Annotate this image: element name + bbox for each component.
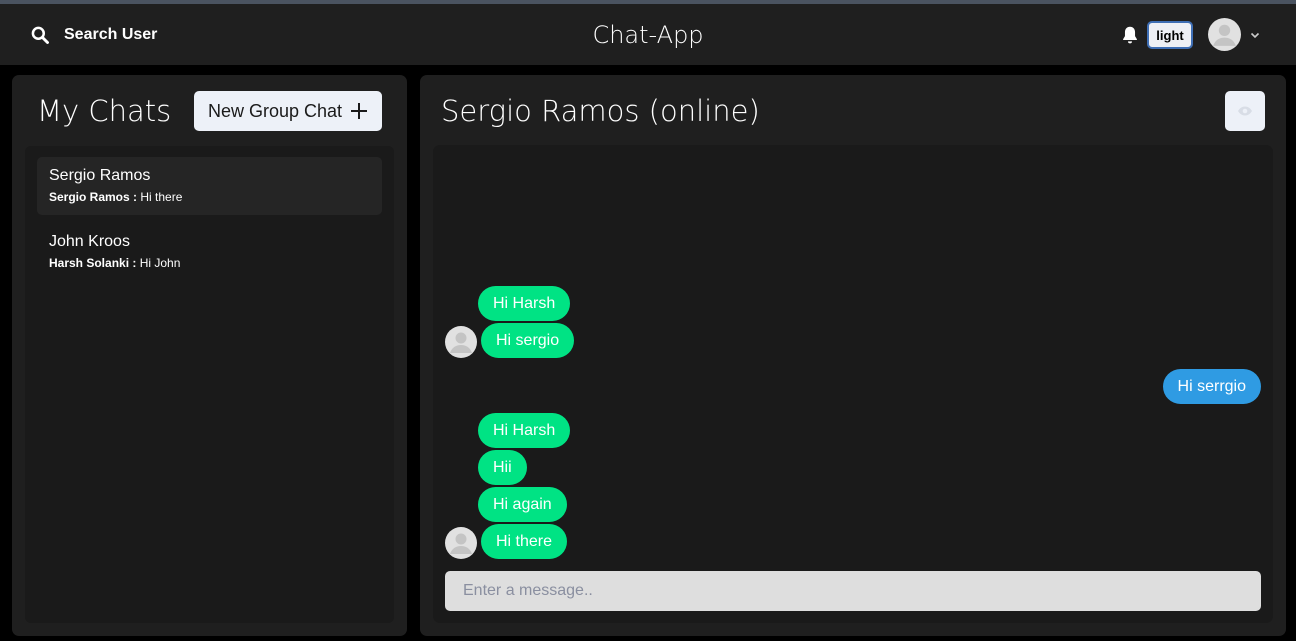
chat-list: Sergio Ramos Sergio Ramos : Hi there Joh… — [25, 146, 394, 623]
chevron-down-icon — [1250, 32, 1260, 38]
theme-toggle-button[interactable]: light — [1147, 21, 1193, 49]
app-title: Chat-App — [592, 21, 704, 49]
sender-avatar — [445, 527, 477, 559]
chat-preview-sender: Harsh Solanki : — [49, 256, 137, 270]
message-bubble-incoming: Hi Harsh — [478, 286, 571, 321]
chat-name: Sergio Ramos — [49, 167, 151, 184]
chat-list-item[interactable]: Sergio Ramos Sergio Ramos : Hi there — [37, 157, 382, 215]
conversation-title: Sergio Ramos (online) — [441, 94, 760, 128]
message-bubble-incoming: Hii — [478, 450, 527, 485]
top-bar: Search User Chat-App light — [0, 4, 1296, 65]
new-group-chat-label: New Group Chat — [207, 100, 343, 121]
user-avatar — [1208, 18, 1241, 51]
bell-icon[interactable] — [1119, 24, 1141, 46]
chat-name: John Kroos — [49, 233, 130, 250]
chat-preview: Harsh Solanki : Hi John — [49, 256, 370, 270]
chat-preview: Sergio Ramos : Hi there — [49, 190, 370, 204]
new-group-chat-button[interactable]: New Group Chat — [194, 91, 382, 131]
eye-icon — [1238, 106, 1252, 116]
sender-avatar — [445, 326, 477, 358]
chat-preview-message: Hi John — [139, 256, 181, 270]
chat-preview-sender: Sergio Ramos : — [49, 190, 138, 204]
chat-preview-message: Hi there — [140, 190, 183, 204]
message-bubble-outgoing: Hi serrgio — [1162, 369, 1261, 404]
message-bubble-incoming: Hi Harsh — [478, 413, 571, 448]
user-menu-button[interactable] — [1208, 18, 1261, 51]
message-bubble-incoming: Hi there — [481, 524, 568, 559]
conversation-panel: Sergio Ramos (online) Hi Harsh Hi sergio… — [420, 75, 1286, 636]
plus-icon — [351, 103, 368, 119]
my-chats-title: My Chats — [37, 94, 172, 128]
message-input[interactable] — [445, 571, 1261, 611]
message-bubble-incoming: Hi again — [478, 487, 567, 522]
view-profile-button[interactable] — [1225, 91, 1265, 131]
message-bubble-incoming: Hi sergio — [481, 323, 575, 358]
chat-list-item[interactable]: John Kroos Harsh Solanki : Hi John — [37, 223, 382, 281]
my-chats-panel: My Chats New Group Chat Sergio Ramos Ser… — [12, 75, 407, 636]
messages-area: Hi Harsh Hi sergio Hi serrgio Hi Harsh H… — [433, 145, 1273, 623]
